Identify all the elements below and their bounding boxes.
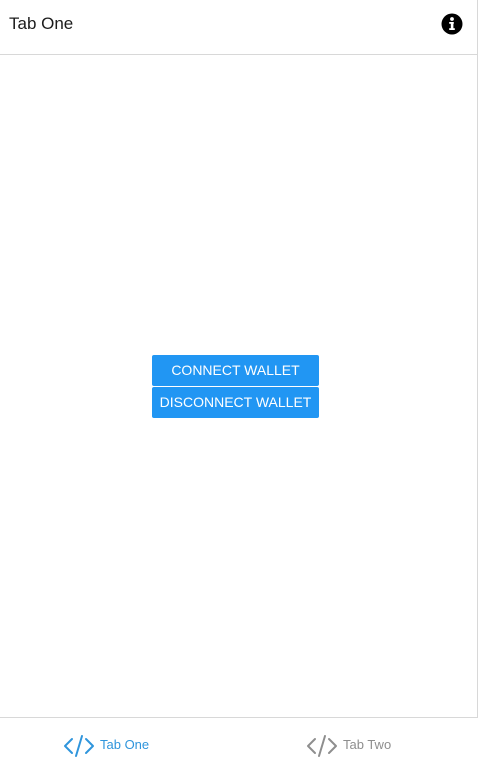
info-circle-icon xyxy=(441,13,463,35)
app: Tab One CONNECT WALLET DISCONNECT WALLET xyxy=(0,0,480,766)
header: Tab One xyxy=(0,0,478,55)
page-title: Tab One xyxy=(9,14,74,33)
tab-two[interactable]: Tab Two xyxy=(239,718,478,766)
tab-two-label: Tab Two xyxy=(343,737,392,752)
tab-one-label: Tab One xyxy=(100,737,150,752)
connect-wallet-button[interactable]: CONNECT WALLET xyxy=(152,355,319,386)
tab-bar: Tab One Tab Two xyxy=(0,717,478,766)
code-icon xyxy=(307,735,337,757)
main-content: CONNECT WALLET DISCONNECT WALLET xyxy=(0,56,478,717)
info-button[interactable] xyxy=(440,12,464,36)
code-icon xyxy=(64,735,94,757)
content-frame: Tab One CONNECT WALLET DISCONNECT WALLET xyxy=(0,0,478,766)
disconnect-wallet-button[interactable]: DISCONNECT WALLET xyxy=(152,387,319,418)
tab-one[interactable]: Tab One xyxy=(0,718,239,766)
